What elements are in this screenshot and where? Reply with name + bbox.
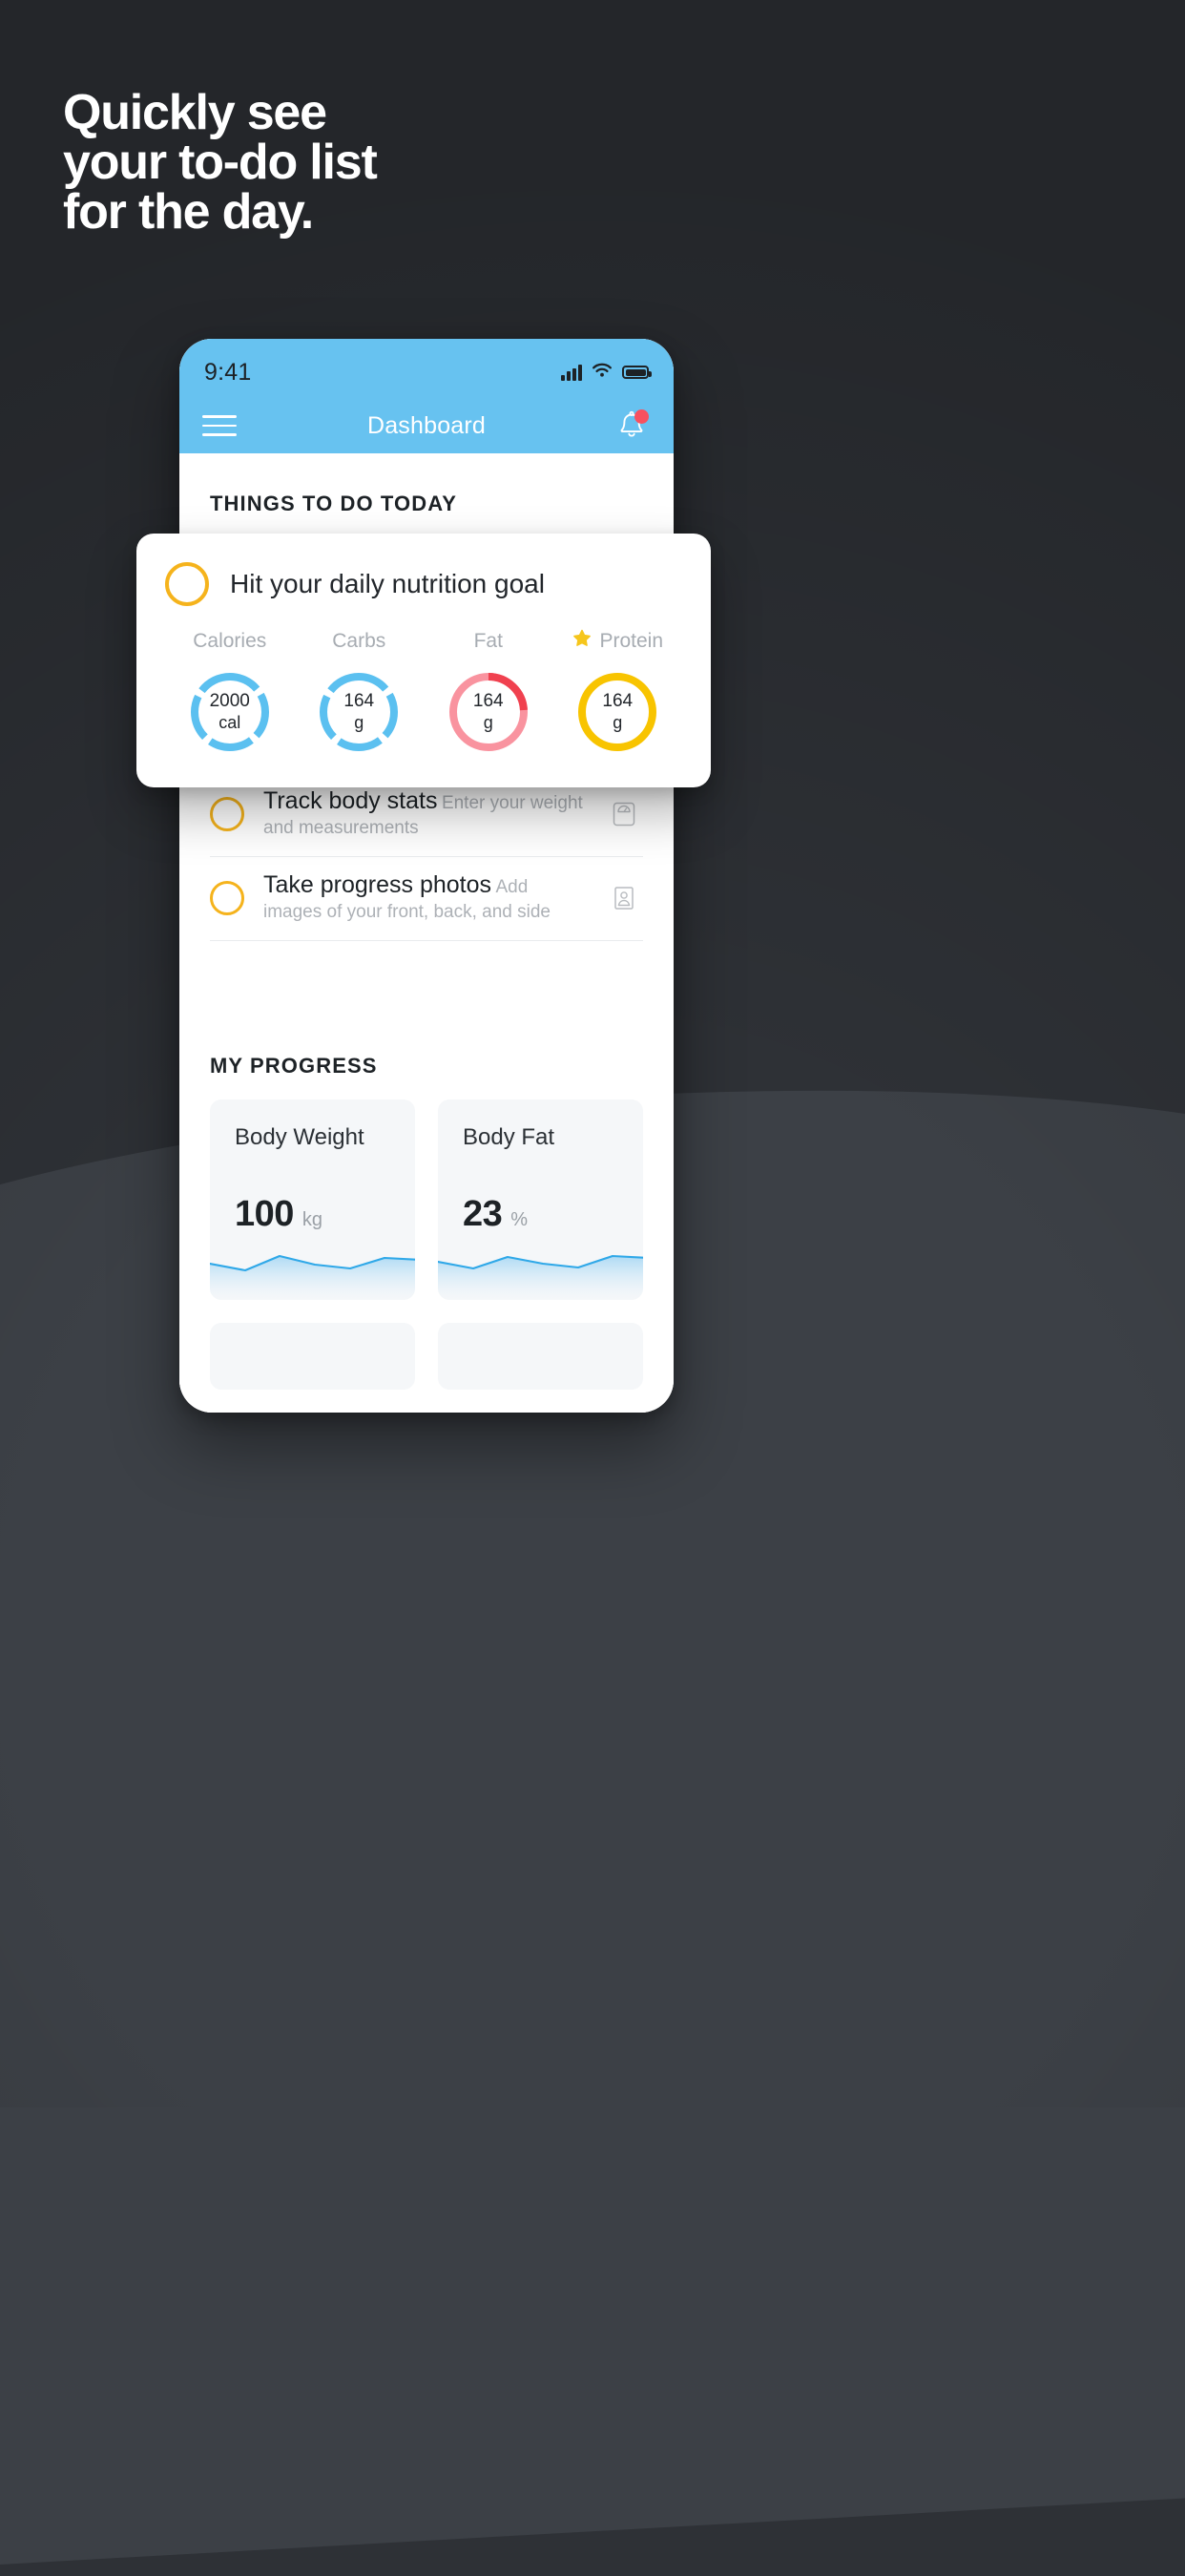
status-bar: 9:41 [179, 339, 674, 398]
stat-card-label: Body Fat [463, 1124, 555, 1150]
macro-unit: g [613, 713, 623, 732]
phone-mockup: 9:41 Dashboard THINGS TO DO TODAY Track … [179, 339, 674, 1413]
macro-center-text: 164 g [574, 669, 660, 755]
stat-card-value: 100 [235, 1194, 294, 1234]
macro-unit: cal [218, 713, 241, 732]
stat-card-value: 23 [463, 1194, 503, 1234]
macro-protein[interactable]: Protein 164 g [553, 627, 683, 755]
macro-value: 164 [602, 691, 634, 711]
weight-scale-icon [605, 795, 643, 833]
todo-checkbox-ring[interactable] [210, 796, 244, 831]
macro-carbs[interactable]: Carbs 164 g [295, 627, 425, 755]
macro-center-text: 2000 cal [187, 669, 273, 755]
macro-label: Protein [599, 630, 664, 652]
page-title: Dashboard [366, 411, 487, 439]
todo-checkbox-ring[interactable] [210, 880, 244, 915]
macro-label: Carbs [332, 630, 386, 652]
app-bar: Dashboard [179, 398, 674, 453]
macro-label: Calories [193, 630, 267, 652]
macro-progress-ring: 164 g [446, 669, 531, 755]
macro-progress-ring: 2000 cal [187, 669, 273, 755]
notification-badge [634, 409, 649, 424]
todo-section-heading: THINGS TO DO TODAY [210, 492, 457, 515]
macro-value: 164 [472, 691, 504, 711]
todo-item-take-progress-photos[interactable]: Take progress photos Add images of your … [210, 857, 643, 941]
nutrition-goal-card[interactable]: Hit your daily nutrition goal Calories 2… [136, 534, 711, 787]
macro-label: Fat [473, 630, 503, 652]
macro-value: 2000 [209, 691, 250, 711]
body-fat-sparkline [438, 1254, 643, 1300]
notifications-button[interactable] [613, 407, 651, 445]
stat-card-unit: % [510, 1209, 529, 1230]
macro-progress-ring: 164 g [316, 669, 402, 755]
marketing-headline: Quickly see your to-do list for the day. [63, 88, 788, 237]
status-bar-clock: 9:41 [204, 358, 252, 386]
todo-item-title: Take progress photos [263, 871, 492, 898]
status-bar-icons [561, 362, 652, 384]
nutrition-card-header: Hit your daily nutrition goal [165, 562, 682, 606]
progress-card-grid: Body Weight 100 kg Body Fat 23 % [179, 1079, 674, 1390]
cellular-signal-icon [561, 364, 582, 381]
headline-line-3: for the day. [63, 184, 314, 240]
bell-icon [613, 410, 651, 449]
macro-progress-ring: 164 g [574, 669, 660, 755]
wifi-icon [591, 362, 613, 384]
person-photo-icon [605, 879, 643, 917]
stat-card-body-weight[interactable]: Body Weight 100 kg [210, 1100, 415, 1300]
stat-card-unit: kg [301, 1209, 323, 1230]
macro-ring-grid: Calories 2000 cal Carbs 164 g Fat 164 g … [165, 627, 682, 755]
headline-line-2: your to-do list [63, 135, 378, 190]
macro-fat[interactable]: Fat 164 g [424, 627, 553, 755]
macro-label-group: Protein [572, 627, 663, 656]
battery-full-icon [622, 366, 652, 379]
nutrition-checkbox-ring[interactable] [165, 562, 209, 606]
macro-center-text: 164 g [316, 669, 402, 755]
todo-text-block: Take progress photos Add images of your … [263, 870, 586, 925]
stat-card-next-right[interactable] [438, 1323, 643, 1390]
stat-card-value-group: 100 kg [235, 1194, 322, 1235]
stat-card-value-group: 23 % [463, 1194, 528, 1235]
phone-screen: 9:41 Dashboard THINGS TO DO TODAY Track … [179, 339, 674, 1413]
body-weight-sparkline [210, 1254, 415, 1300]
stat-card-label: Body Weight [235, 1124, 364, 1150]
stat-card-body-fat[interactable]: Body Fat 23 % [438, 1100, 643, 1300]
headline-line-1: Quickly see [63, 85, 327, 140]
todo-item-title: Track body stats [263, 787, 438, 814]
stat-card-next-left[interactable] [210, 1323, 415, 1390]
star-icon [572, 628, 592, 655]
macro-unit: g [483, 713, 493, 732]
progress-section-heading: MY PROGRESS [210, 1054, 378, 1078]
hamburger-menu-icon[interactable] [202, 415, 237, 436]
nutrition-card-title: Hit your daily nutrition goal [230, 569, 545, 598]
macro-calories[interactable]: Calories 2000 cal [165, 627, 295, 755]
macro-value: 164 [343, 691, 375, 711]
todo-text-block: Track body stats Enter your weight and m… [263, 786, 586, 841]
macro-center-text: 164 g [446, 669, 531, 755]
macro-unit: g [354, 713, 364, 732]
